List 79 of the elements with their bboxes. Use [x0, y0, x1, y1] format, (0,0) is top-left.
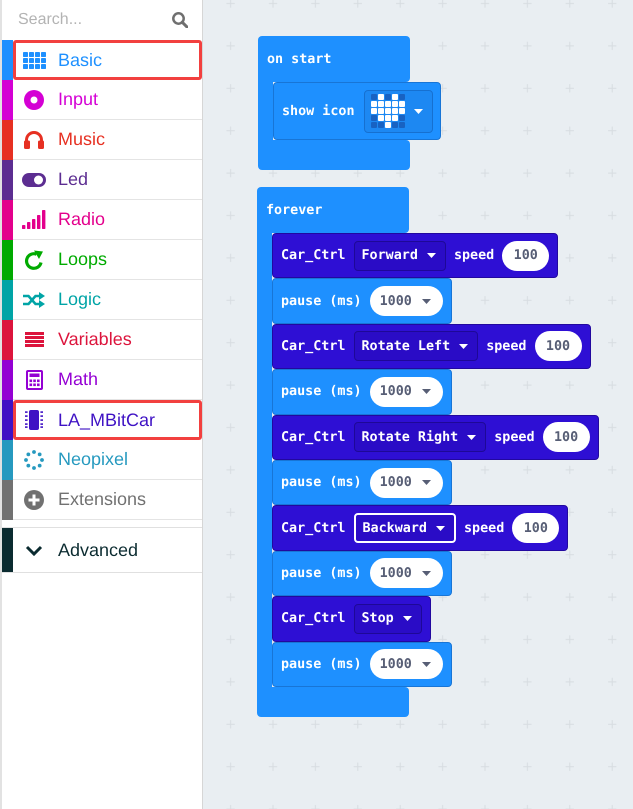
duration-dropdown[interactable]: 1000	[370, 376, 443, 407]
duration-dropdown[interactable]: 1000	[370, 649, 443, 680]
caret-icon	[422, 389, 431, 394]
pause-block[interactable]: pause (ms) 1000	[272, 642, 452, 687]
duration-dropdown[interactable]: 1000	[370, 468, 443, 498]
category-item[interactable]: Input	[13, 80, 202, 120]
headphones-icon	[24, 130, 44, 149]
shuffle-icon	[23, 292, 45, 308]
speed-label: speed	[464, 520, 504, 536]
speed-label: speed	[486, 338, 526, 354]
circular-arrow-icon	[24, 250, 44, 270]
block-label: pause (ms)	[281, 384, 362, 400]
category-item[interactable]: Basic	[13, 40, 202, 80]
block-label: Car_Ctrl	[281, 520, 346, 536]
block-header[interactable]: forever	[257, 187, 409, 233]
category-item[interactable]: Radio	[13, 200, 202, 240]
pause-block[interactable]: pause (ms) 1000	[272, 369, 452, 415]
direction-dropdown[interactable]: Rotate Right	[354, 422, 486, 452]
category-item[interactable]: Extensions	[13, 480, 202, 520]
caret-icon	[459, 344, 468, 349]
speed-field[interactable]: 100	[502, 240, 550, 271]
speed-field[interactable]: 100	[512, 513, 560, 544]
direction-dropdown[interactable]: Backward	[354, 513, 456, 544]
caret-icon	[436, 526, 445, 531]
caret-icon	[426, 253, 436, 258]
category-item[interactable]: Math	[13, 360, 202, 400]
calculator-icon	[26, 370, 42, 390]
category-item[interactable]: Variables	[13, 320, 202, 360]
car-ctrl-block[interactable]: Car_Ctrl Backward speed 100	[272, 505, 568, 551]
block-label: pause (ms)	[281, 566, 362, 581]
car-ctrl-block[interactable]: Car_Ctrl Rotate Right speed 100	[272, 414, 599, 460]
caret-icon	[422, 480, 431, 486]
duration-dropdown[interactable]: 1000	[370, 286, 443, 316]
block-label: show icon	[282, 104, 355, 118]
toggle-icon	[22, 172, 46, 186]
icon-picker[interactable]	[364, 90, 433, 132]
pause-block[interactable]: pause (ms) 1000	[272, 550, 452, 596]
category-item[interactable]: Led	[13, 160, 202, 200]
caret-icon	[422, 298, 431, 304]
show-icon-block[interactable]: show icon	[273, 82, 441, 140]
chip-icon	[25, 410, 43, 430]
category-item[interactable]: Neopixel	[13, 440, 202, 480]
signal-bars-icon	[22, 210, 46, 229]
category-item[interactable]: LA_MBitCar	[13, 400, 202, 440]
block-label: Car_Ctrl	[281, 248, 346, 264]
pause-block[interactable]: pause (ms) 1000	[272, 460, 452, 506]
caret-icon	[422, 662, 431, 667]
plus-circle-icon	[24, 490, 44, 510]
caret-icon	[422, 570, 431, 576]
lines-icon	[24, 332, 44, 347]
dotted-circle-icon	[24, 450, 44, 470]
direction-dropdown[interactable]: Stop	[354, 604, 422, 634]
speed-field[interactable]: 100	[542, 422, 590, 452]
grid-icon	[22, 52, 46, 68]
search-field[interactable]: Search...	[18, 9, 148, 31]
direction-dropdown[interactable]: Rotate Left	[354, 331, 478, 362]
block-label: pause (ms)	[281, 475, 362, 490]
search-icon[interactable]	[172, 12, 188, 28]
car-ctrl-block[interactable]: Car_Ctrl Rotate Left speed 100	[272, 324, 590, 370]
speed-label: speed	[454, 248, 494, 264]
ring-icon	[24, 90, 44, 110]
block-label: pause (ms)	[281, 656, 362, 672]
block-header[interactable]: on start	[258, 36, 410, 82]
caret-icon	[402, 616, 412, 622]
block-label: Car_Ctrl	[281, 430, 346, 445]
pause-block[interactable]: pause (ms) 1000	[272, 278, 452, 324]
advanced-item[interactable]: Advanced	[13, 528, 202, 572]
speed-field[interactable]: 100	[534, 331, 582, 362]
caret-icon	[414, 108, 423, 114]
block-label: Car_Ctrl	[281, 611, 346, 626]
duration-dropdown[interactable]: 1000	[370, 558, 443, 588]
block-label: pause (ms)	[281, 294, 362, 309]
speed-label: speed	[494, 430, 535, 445]
car-ctrl-block[interactable]: Car_Ctrl Stop	[272, 596, 431, 642]
caret-icon	[467, 434, 476, 440]
car-ctrl-block[interactable]: Car_Ctrl Forward speed 100	[272, 233, 558, 278]
direction-dropdown[interactable]: Forward	[354, 240, 446, 271]
block-label: Car_Ctrl	[281, 338, 346, 354]
category-item[interactable]: Music	[13, 120, 202, 160]
